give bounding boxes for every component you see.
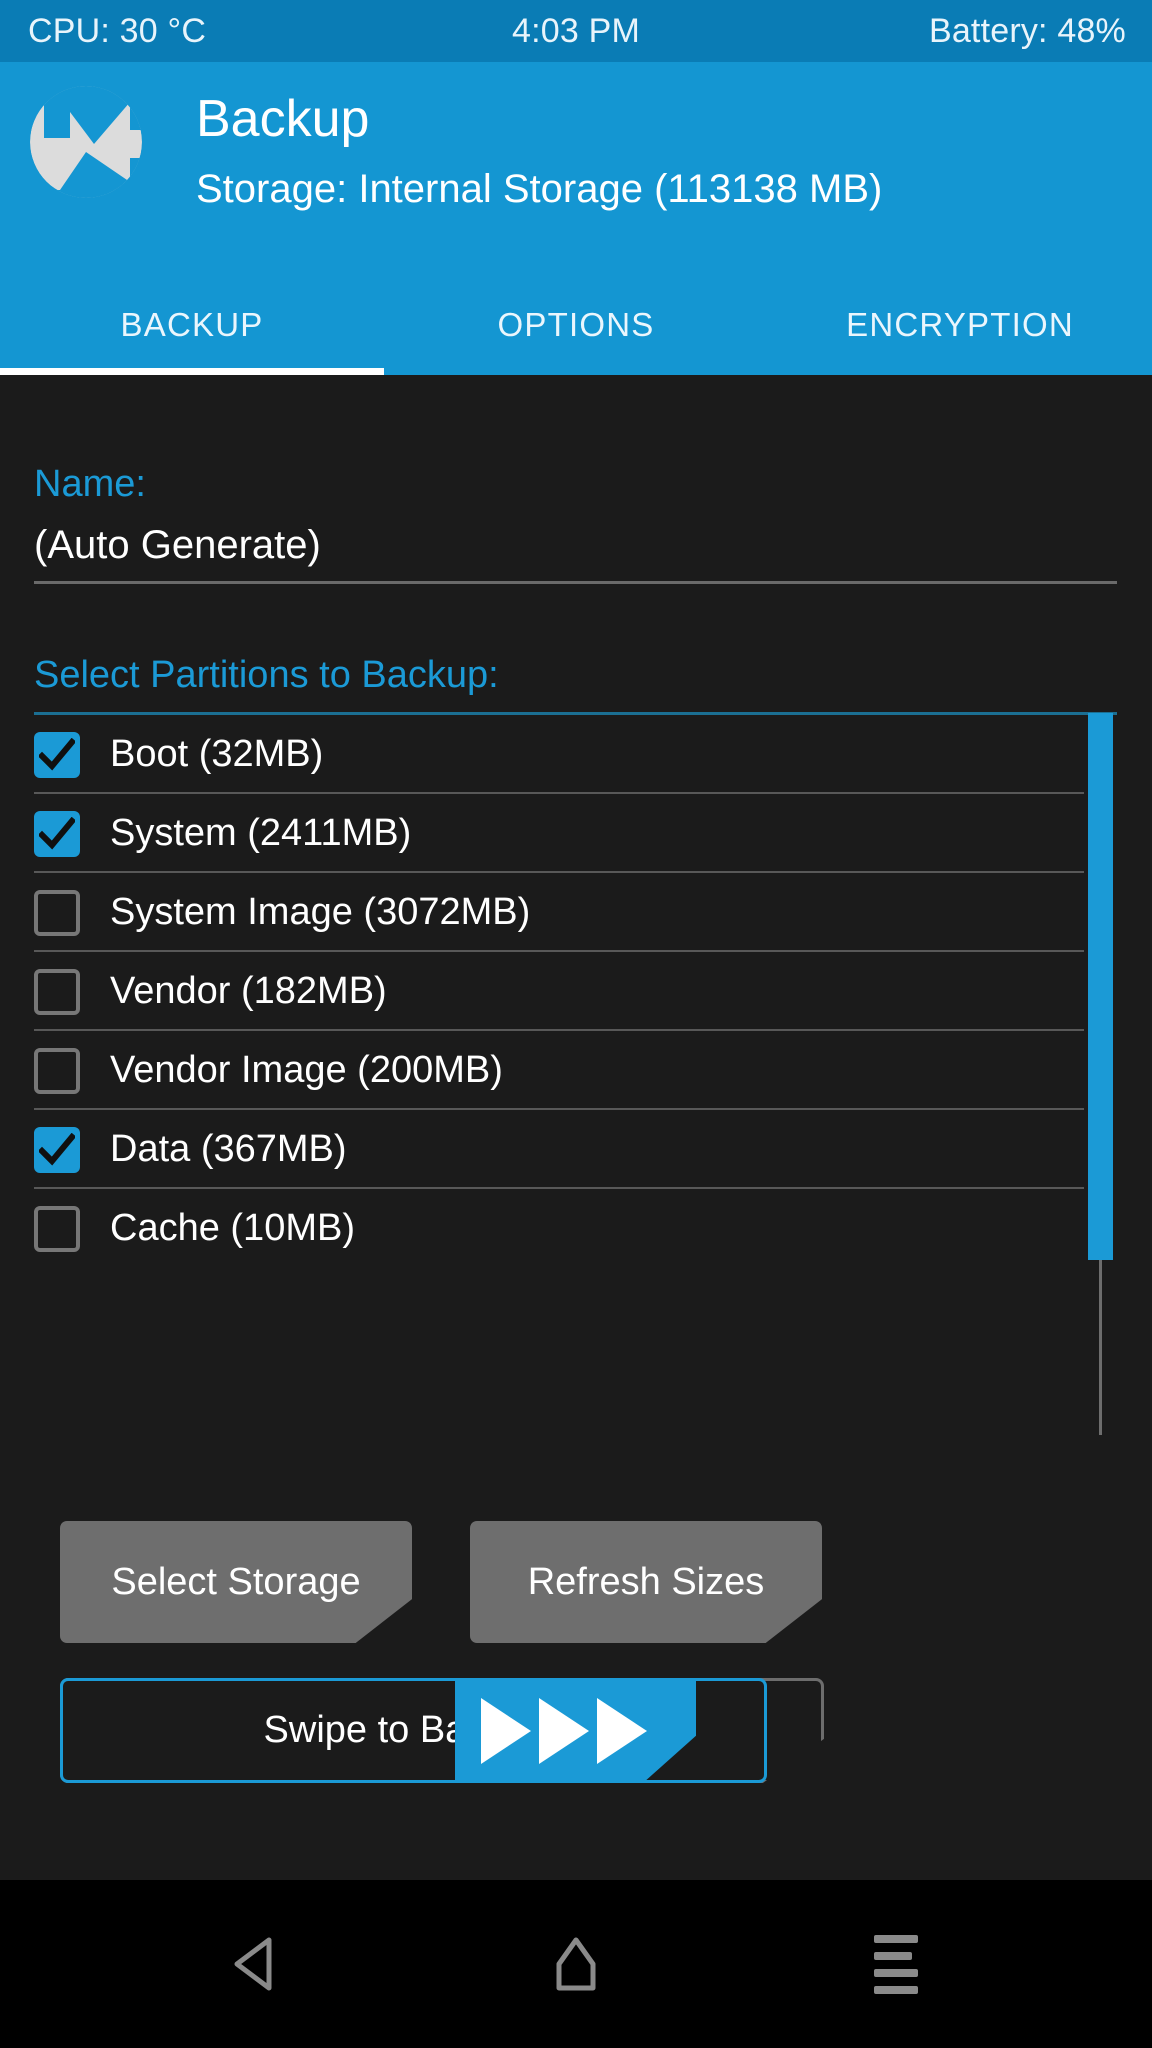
name-label: Name: [34,463,146,505]
partition-row[interactable]: System (2411MB) [0,794,1152,873]
partition-row[interactable]: Vendor Image (200MB) [0,1031,1152,1110]
android-navigation-bar [0,1880,1152,2048]
tab-bar: BACKUP OPTIONS ENCRYPTION [0,290,1152,375]
home-icon [556,1937,596,1991]
app-header: Backup Storage: Internal Storage (113138… [0,62,1152,290]
tab-options[interactable]: OPTIONS [384,290,768,375]
partitions-label: Select Partitions to Backup: [34,654,499,696]
partition-scrollbar-thumb[interactable] [1088,713,1113,1260]
partition-label: Vendor (182MB) [110,970,387,1012]
battery-level: Battery: 48% [928,11,1126,50]
refresh-sizes-button[interactable]: Refresh Sizes [470,1521,822,1643]
checkbox-unchecked-icon[interactable] [34,968,80,1015]
page-title: Backup [196,90,370,148]
play-arrow-icon [539,1697,589,1764]
twrp-logo-icon [30,86,142,198]
back-triangle-icon [234,1937,272,1991]
partition-row[interactable]: Boot (32MB) [0,715,1152,794]
partition-label: System (2411MB) [110,812,412,854]
nav-home-button[interactable] [516,1924,636,2004]
play-arrow-icon [481,1697,531,1764]
partition-label: Data (367MB) [110,1128,347,1170]
nav-back-button[interactable] [196,1924,316,2004]
checkbox-checked-icon[interactable] [34,1126,80,1173]
checkbox-unchecked-icon[interactable] [34,1205,80,1252]
play-arrow-icon [597,1697,647,1764]
checkbox-checked-icon[interactable] [34,810,80,857]
nav-menu-button[interactable] [836,1924,956,2004]
active-tab-indicator [0,368,384,375]
tab-backup[interactable]: BACKUP [0,290,384,375]
select-storage-button[interactable]: Select Storage [60,1521,412,1643]
partition-row[interactable]: Vendor (182MB) [0,952,1152,1031]
checkbox-unchecked-icon[interactable] [34,1047,80,1094]
checkbox-checked-icon[interactable] [34,731,80,778]
partition-row[interactable]: Data (367MB) [0,1110,1152,1189]
swipe-thumb[interactable] [455,1678,696,1783]
partition-row[interactable]: System Image (3072MB) [0,873,1152,952]
status-bar: CPU: 30 °C 4:03 PM Battery: 48% [0,0,1152,62]
partition-list: Boot (32MB) System (2411MB) System Image (… [0,715,1152,1268]
tab-encryption[interactable]: ENCRYPTION [768,290,1152,375]
name-input-underline [34,581,1117,584]
partition-row[interactable]: Cache (10MB) [0,1189,1152,1268]
partition-label: Cache (10MB) [110,1207,355,1249]
backup-content: Name: (Auto Generate) Select Partitions … [0,375,1152,1880]
checkbox-unchecked-icon[interactable] [34,889,80,936]
partition-label: System Image (3072MB) [110,891,531,933]
twrp-recovery-screen: CPU: 30 °C 4:03 PM Battery: 48% Backup S… [0,0,1152,2048]
partition-label: Boot (32MB) [110,733,324,775]
storage-info: Storage: Internal Storage (113138 MB) [196,167,883,211]
backup-name-input[interactable]: (Auto Generate) [34,523,321,568]
menu-icon [874,1934,918,1994]
partition-label: Vendor Image (200MB) [110,1049,503,1091]
